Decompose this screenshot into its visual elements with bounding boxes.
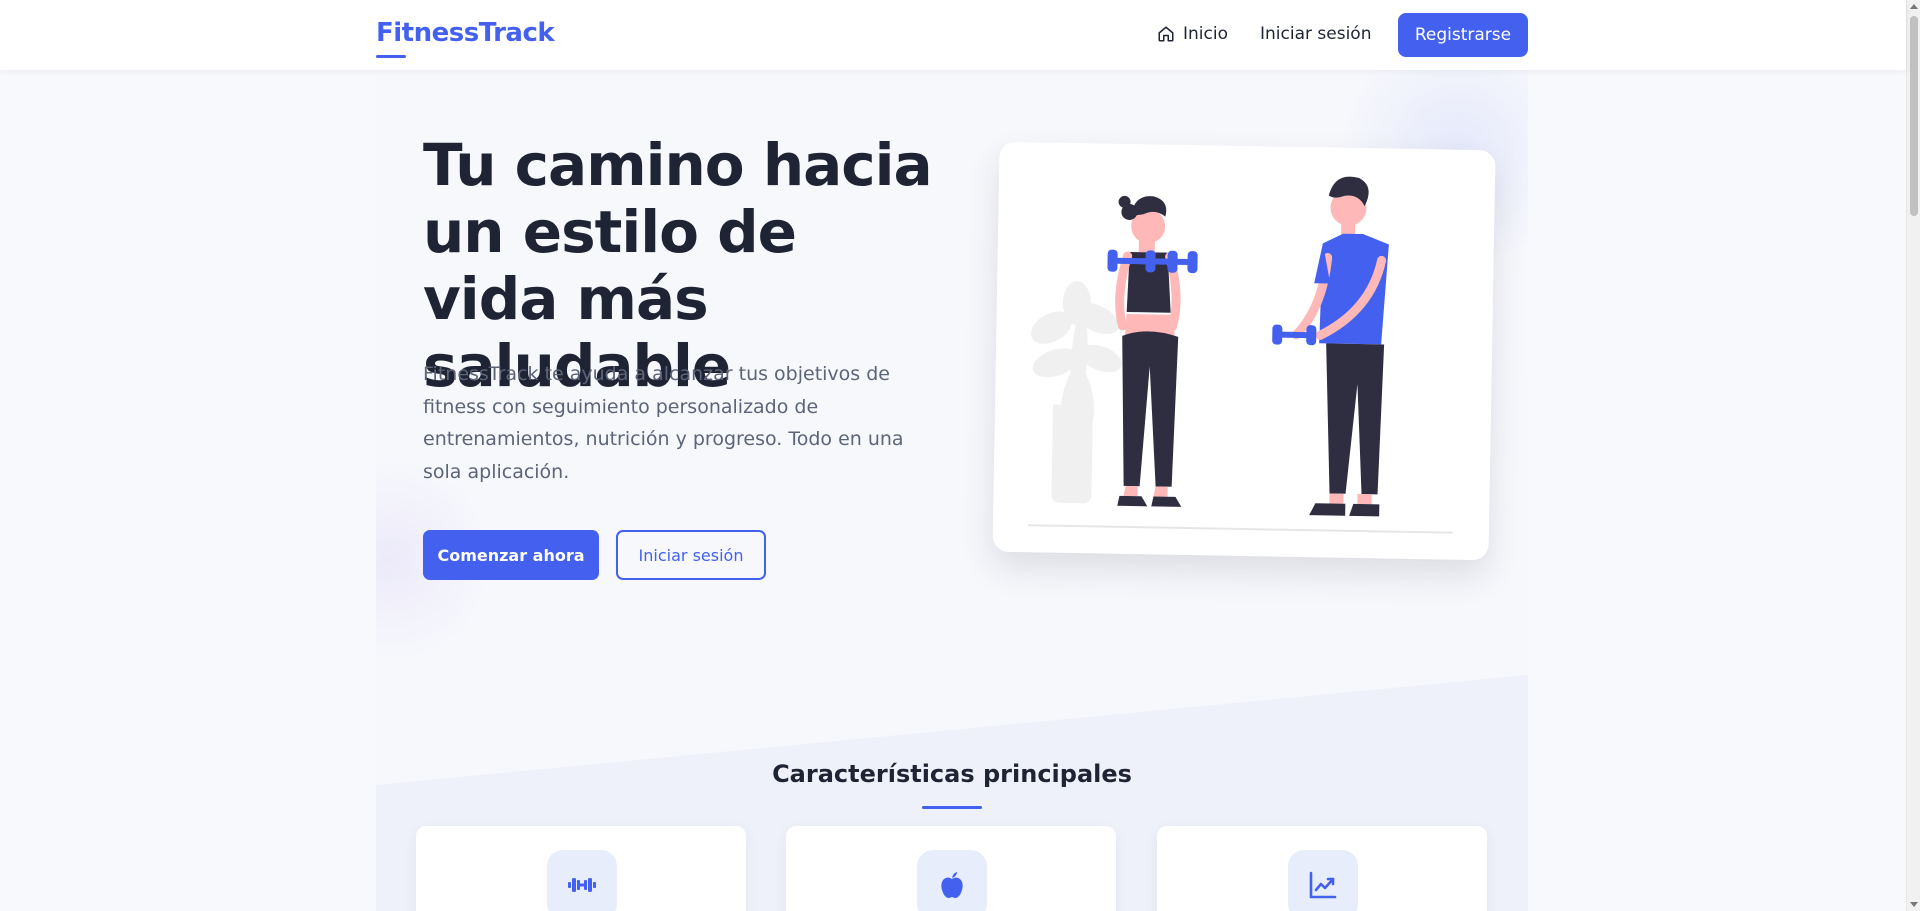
nav-home-link[interactable]: Inicio	[1157, 24, 1228, 44]
main-content: Tu camino hacia un estilo de vida más sa…	[376, 70, 1528, 911]
brand-underline	[376, 55, 406, 58]
nav-home-label: Inicio	[1183, 24, 1228, 44]
feature-card-progress	[1157, 826, 1487, 911]
dumbbell-icon	[1272, 324, 1317, 346]
woman-figure	[1107, 195, 1198, 507]
features-title-underline	[922, 806, 982, 809]
hero-login-button[interactable]: Iniciar sesión	[616, 530, 766, 580]
feature-card-nutrition	[786, 826, 1116, 911]
scroll-thumb[interactable]	[1910, 16, 1918, 216]
register-button[interactable]: Registrarse	[1398, 13, 1528, 57]
scroll-down-icon[interactable]	[1910, 902, 1918, 907]
page-scrollbar[interactable]	[1906, 0, 1920, 911]
start-now-button[interactable]: Comenzar ahora	[423, 530, 599, 580]
man-figure	[1272, 176, 1389, 517]
chart-line-icon	[1288, 850, 1358, 911]
home-icon	[1157, 25, 1175, 43]
feature-card-workouts	[416, 826, 746, 911]
hero-illustration	[992, 141, 1496, 561]
apple-icon	[917, 850, 987, 911]
features-title: Características principales	[772, 760, 1132, 788]
navbar: FitnessTrack Inicio Iniciar sesión Regis…	[0, 0, 1906, 70]
hero-description: FitnessTrack te ayuda a alcanzar tus obj…	[423, 363, 904, 483]
nav-login-link[interactable]: Iniciar sesión	[1260, 24, 1371, 44]
plant-icon	[1030, 281, 1122, 504]
brand-logo[interactable]: FitnessTrack	[376, 18, 555, 48]
scroll-up-icon[interactable]	[1910, 4, 1918, 9]
dumbbell-icon	[547, 850, 617, 911]
